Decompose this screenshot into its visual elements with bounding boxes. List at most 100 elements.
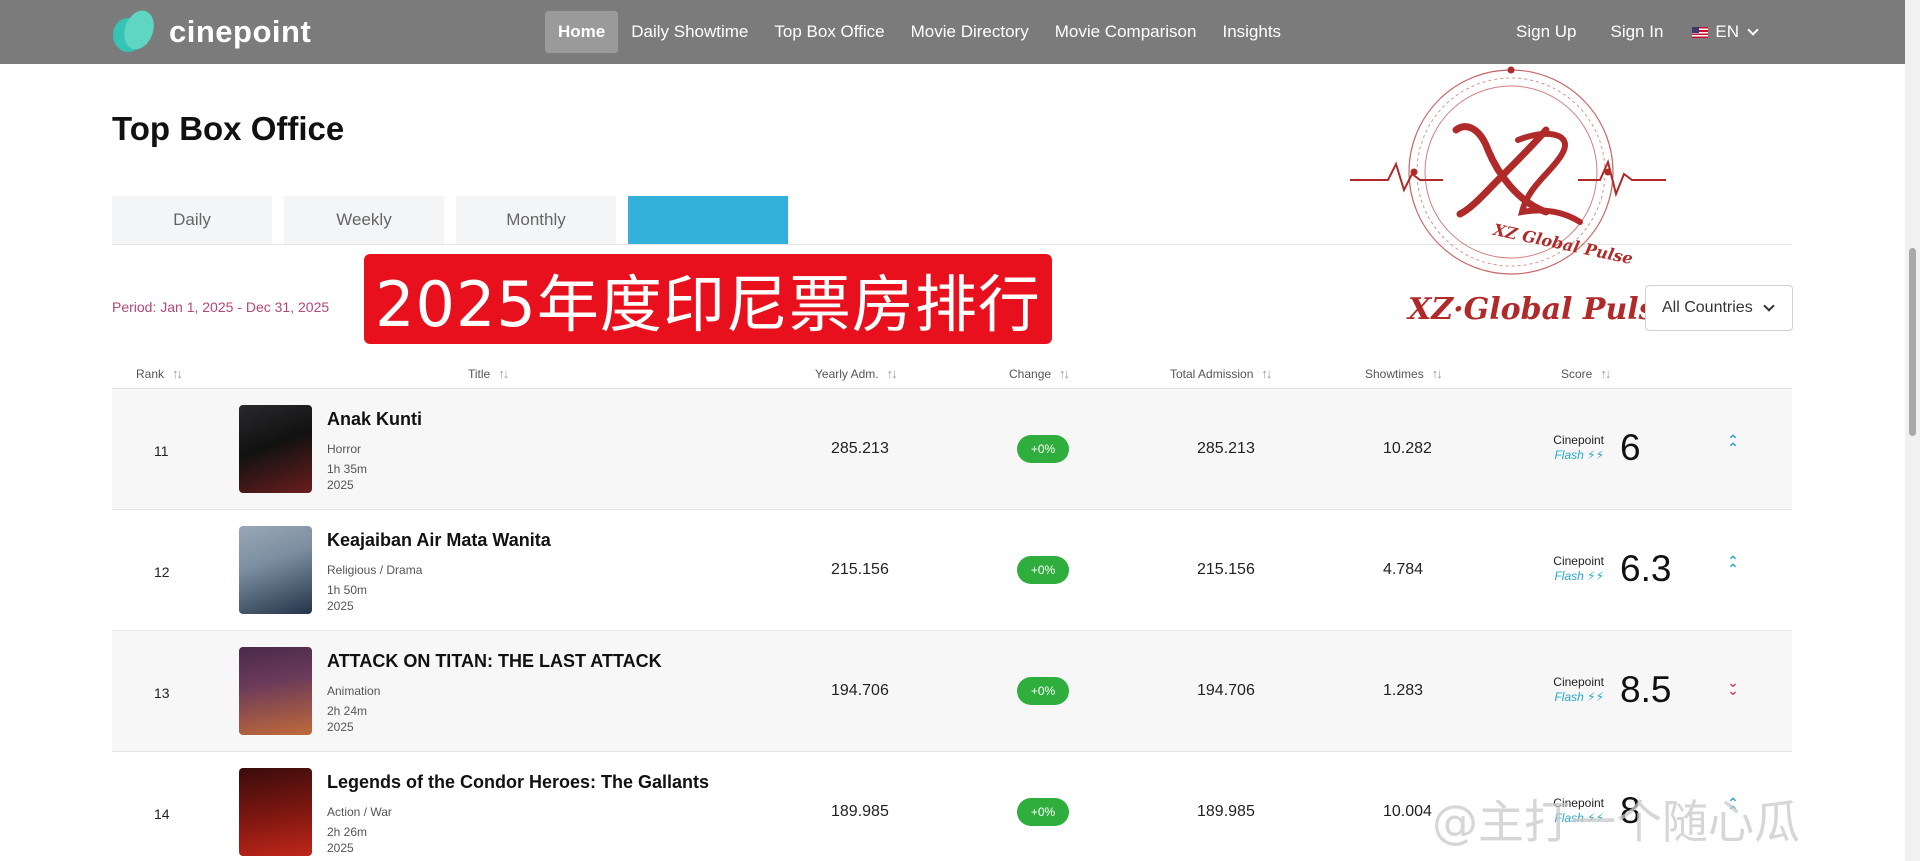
movie-genre: Action / War (327, 805, 392, 819)
total-admission: 285.213 (1197, 440, 1255, 457)
nav-home[interactable]: Home (545, 11, 619, 53)
showtimes-count: 10.004 (1383, 803, 1432, 820)
language-selector[interactable]: EN (1684, 11, 1765, 53)
yearly-admission: 194.706 (831, 682, 889, 699)
chevron-down-icon (1747, 24, 1759, 36)
page-title: Top Box Office (112, 110, 345, 147)
nav-movie-comparison[interactable]: Movie Comparison (1042, 11, 1210, 53)
watermark-caption: XZ·Global Pulse (1408, 292, 1675, 327)
total-admission: 215.156 (1197, 561, 1255, 578)
movie-title[interactable]: Legends of the Condor Heroes: The Gallan… (327, 772, 709, 793)
change-badge: +0% (1017, 798, 1069, 826)
country-select[interactable]: All Countries (1645, 285, 1793, 331)
yearly-admission: 189.985 (831, 803, 889, 820)
col-rank[interactable]: Rank ↑↓ (136, 366, 183, 381)
tab-yearly[interactable] (628, 196, 788, 244)
watermark-logo-text: XZ Global Pulse (1491, 220, 1635, 268)
nav-daily-showtime[interactable]: Daily Showtime (618, 11, 761, 53)
score-value: 6 (1620, 427, 1641, 468)
page-scrollbar[interactable] (1905, 0, 1920, 861)
row-rank: 11 (154, 443, 169, 459)
movie-genre: Animation (327, 684, 381, 698)
nav-insights[interactable]: Insights (1209, 11, 1294, 53)
movie-poster[interactable] (239, 526, 312, 614)
movie-title[interactable]: ATTACK ON TITAN: THE LAST ATTACK (327, 651, 662, 672)
col-score-label: Score (1561, 366, 1593, 381)
table-row[interactable]: 13 ATTACK ON TITAN: THE LAST ATTACK Anim… (112, 631, 1792, 752)
top-navbar: cinepoint Home Daily Showtime Top Box Of… (0, 0, 1905, 64)
chevron-down-icon (1763, 300, 1775, 312)
change-badge: +0% (1017, 677, 1069, 705)
row-rank: 13 (154, 685, 170, 701)
movie-year: 2025 (327, 478, 354, 492)
col-total[interactable]: Total Admission ↑↓ (1170, 366, 1272, 381)
movie-title[interactable]: Anak Kunti (327, 409, 422, 430)
cinepoint-flash-badge: Cinepoint Flash ⚡⚡ (1532, 554, 1604, 584)
sort-icon: ↑↓ (886, 366, 898, 381)
col-total-label: Total Admission (1170, 366, 1254, 381)
movie-title[interactable]: Keajaiban Air Mata Wanita (327, 530, 551, 551)
col-score[interactable]: Score ↑↓ (1561, 366, 1611, 381)
total-admission: 194.706 (1197, 682, 1255, 699)
double-chevron-up-icon: ⌃ ⌃ (1727, 432, 1739, 456)
weibo-watermark: @主打一个随心瓜 (1432, 795, 1800, 849)
col-title-label: Title (468, 366, 491, 381)
change-badge: +0% (1017, 556, 1069, 584)
movie-year: 2025 (327, 599, 354, 613)
col-rank-label: Rank (136, 366, 165, 381)
movie-year: 2025 (327, 841, 354, 855)
nav-top-box-office[interactable]: Top Box Office (761, 11, 897, 53)
flash-label: Flash ⚡⚡ (1554, 690, 1604, 704)
table-row[interactable]: 12 Keajaiban Air Mata Wanita Religious /… (112, 510, 1792, 631)
flash-label: Flash ⚡⚡ (1554, 448, 1604, 462)
sort-icon: ↑↓ (1431, 366, 1443, 381)
score-value: 6.3 (1620, 548, 1672, 589)
col-yearly[interactable]: Yearly Adm. ↑↓ (815, 366, 898, 381)
cinepoint-flash-badge: Cinepoint Flash ⚡⚡ (1532, 675, 1604, 705)
period-tabs: Daily Weekly Monthly (112, 196, 800, 244)
col-showtimes-label: Showtimes (1365, 366, 1424, 381)
col-change-label: Change (1009, 366, 1052, 381)
nav-movie-directory[interactable]: Movie Directory (898, 11, 1042, 53)
movie-genre: Horror (327, 442, 362, 456)
col-showtimes[interactable]: Showtimes ↑↓ (1365, 366, 1443, 381)
movie-duration: 1h 35m (327, 462, 368, 476)
tab-daily[interactable]: Daily (112, 196, 272, 244)
col-change[interactable]: Change ↑↓ (1009, 366, 1070, 381)
country-select-value: All Countries (1662, 299, 1753, 316)
col-yearly-label: Yearly Adm. (815, 366, 879, 381)
table-header: Rank ↑↓ Title ↑↓ Yearly Adm. ↑↓ Change ↑↓ To… (112, 358, 1792, 388)
tab-monthly[interactable]: Monthly (456, 196, 616, 244)
cinepoint-label: Cinepoint (1553, 675, 1604, 689)
brand-name: cinepoint (169, 14, 312, 49)
sign-in-link[interactable]: Sign In (1597, 11, 1676, 53)
change-badge: +0% (1017, 435, 1069, 463)
row-rank: 12 (154, 564, 170, 580)
tab-weekly[interactable]: Weekly (284, 196, 444, 244)
cinepoint-label: Cinepoint (1553, 433, 1604, 447)
sort-icon: ↑↓ (498, 366, 509, 381)
table-row[interactable]: 11 Anak Kunti Horror 1h 35m 2025 285.213… (112, 389, 1792, 510)
col-title[interactable]: Title ↑↓ (468, 366, 509, 381)
sign-up-link[interactable]: Sign Up (1503, 11, 1589, 53)
movie-duration: 2h 24m (327, 704, 368, 718)
showtimes-count: 1.283 (1383, 682, 1424, 699)
movie-poster[interactable] (239, 768, 312, 856)
main-nav: Home Daily Showtime Top Box Office Movie… (545, 11, 1294, 53)
cinepoint-flash-badge: Cinepoint Flash ⚡⚡ (1532, 433, 1604, 463)
brand-logo[interactable]: cinepoint (111, 6, 312, 56)
movie-poster[interactable] (239, 647, 312, 735)
language-label: EN (1715, 22, 1740, 41)
score-value: 8.5 (1620, 669, 1672, 710)
nav-account: Sign Up Sign In EN (1503, 11, 1765, 53)
showtimes-count: 4.784 (1383, 561, 1424, 578)
double-chevron-down-icon: ⌄ ⌄ (1727, 674, 1739, 698)
overlay-banner: 2025年度印尼票房排行 (364, 254, 1052, 344)
movie-duration: 1h 50m (327, 583, 368, 597)
yearly-admission: 215.156 (831, 561, 889, 578)
movie-poster[interactable] (239, 405, 312, 493)
cinepoint-logo-icon (111, 6, 159, 56)
scrollbar-thumb[interactable] (1909, 248, 1916, 436)
sort-icon: ↑↓ (1059, 366, 1070, 381)
double-chevron-up-icon: ⌃ ⌃ (1727, 553, 1739, 577)
